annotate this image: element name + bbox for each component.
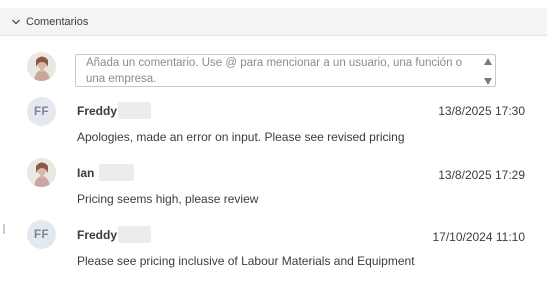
author-avatar [27,158,56,187]
section-title: Comentarios [26,15,89,28]
comment-timestamp: 13/8/2025 17:30 [438,104,525,118]
comment-timestamp: 17/10/2024 11:10 [432,230,525,244]
redacted-surname [99,164,134,181]
new-comment-input[interactable]: Añada un comentario. Use @ para menciona… [75,54,496,87]
scroll-down-icon[interactable] [483,78,492,85]
resize-handle[interactable] [3,224,5,234]
comment-author: Freddy [77,228,118,242]
chevron-down-icon[interactable] [11,17,21,27]
comments-panel: Comentarios Añada un comentario. Use @ p… [0,0,547,295]
comment-text: Please see pricing inclusive of Labour M… [77,254,415,268]
comment-text: Apologies, made an error on input. Pleas… [77,130,405,144]
comments-section-header[interactable]: Comentarios [0,8,547,36]
redacted-surname [118,226,151,243]
comment-timestamp: 13/8/2025 17:29 [438,168,525,182]
new-comment-placeholder: Añada un comentario. Use @ para menciona… [86,57,463,85]
current-user-avatar [27,52,56,81]
scroll-up-icon[interactable] [483,58,492,65]
comment-author: Freddy [77,104,118,118]
redacted-surname [118,102,151,119]
comment-text: Pricing seems high, please review [77,192,259,206]
author-avatar: FF [27,220,56,249]
input-scrollbar[interactable] [482,58,493,85]
author-avatar: FF [27,97,56,126]
comment-author: Ian [77,166,95,180]
